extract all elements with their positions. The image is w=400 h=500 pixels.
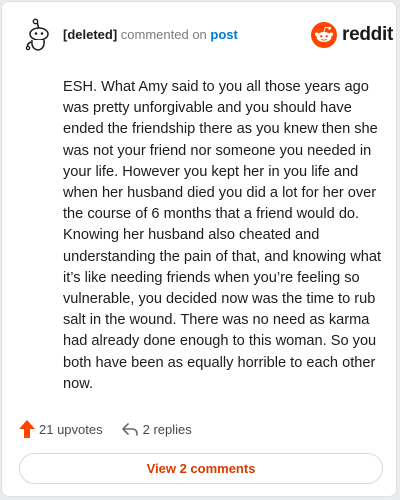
view-comments-button[interactable]: View 2 comments bbox=[19, 453, 383, 484]
comment-meta: commented on bbox=[120, 27, 207, 42]
reddit-logo-icon bbox=[311, 22, 337, 48]
reply-count: 2 replies bbox=[142, 421, 192, 437]
comment-author[interactable]: [deleted] bbox=[63, 27, 117, 42]
upvote-count: 21 upvotes bbox=[39, 421, 103, 437]
reddit-wordmark: reddit bbox=[342, 24, 393, 45]
post-link[interactable]: post bbox=[210, 27, 237, 42]
comment-actions: 21 upvotes 2 replies bbox=[19, 419, 210, 439]
reply-arrow-icon bbox=[121, 423, 138, 436]
replies-button[interactable]: 2 replies bbox=[121, 421, 192, 437]
upvote-arrow-icon bbox=[19, 420, 35, 438]
comment-header: [deleted] commented on post bbox=[63, 26, 238, 44]
reddit-logo[interactable]: reddit bbox=[311, 21, 393, 49]
comment-body: ESH. What Amy said to you all those year… bbox=[63, 79, 382, 392]
upvote-button[interactable]: 21 upvotes bbox=[19, 420, 103, 438]
comment-card: [deleted] commented on post reddit ESH. … bbox=[1, 1, 397, 497]
snoo-avatar-icon bbox=[25, 18, 49, 51]
